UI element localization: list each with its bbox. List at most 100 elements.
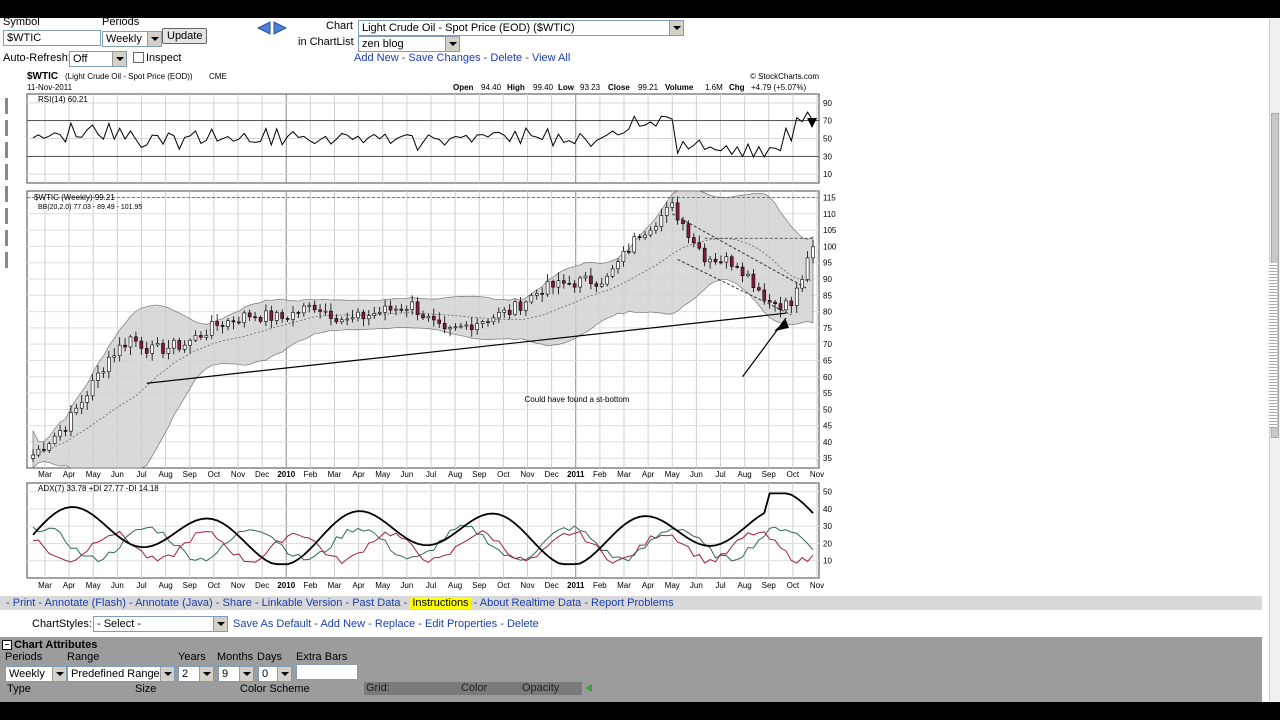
month-tick-label: Sep	[762, 581, 777, 590]
candlestick	[659, 215, 664, 227]
share-link[interactable]: Share	[223, 597, 252, 609]
month-tick-label: Feb	[593, 470, 607, 479]
candlestick	[144, 348, 149, 354]
candlestick	[556, 280, 561, 288]
annotate-flash-link[interactable]: Annotate (Flash)	[45, 597, 126, 609]
attr-years-select[interactable]: 2	[178, 666, 214, 682]
chevron-down-icon[interactable]	[199, 667, 213, 681]
chartstyles-select[interactable]: - Select -	[93, 616, 228, 632]
candlestick	[117, 344, 122, 357]
attr-range-select[interactable]: Predefined Range	[67, 666, 175, 682]
price-tick-label: 80	[823, 308, 832, 317]
month-tick-label: Jul	[426, 470, 436, 479]
month-tick-label: Jul	[136, 470, 146, 479]
chevron-down-icon[interactable]	[52, 667, 66, 681]
candlestick	[697, 242, 702, 249]
month-tick-label: Nov	[231, 470, 245, 479]
price-tick-label: 95	[823, 259, 832, 268]
candlestick	[583, 275, 588, 279]
candlestick	[740, 266, 745, 277]
candlestick	[269, 310, 274, 321]
quote-field: 94.40	[481, 83, 502, 92]
replace-link[interactable]: Replace	[375, 618, 415, 630]
adx-tick-label: 10	[823, 557, 832, 566]
attr-grid-label: Grid:	[366, 682, 390, 694]
save-as-default-link[interactable]: Save As Default	[233, 618, 311, 630]
play-icon[interactable]	[584, 683, 594, 693]
quote-field: Open	[453, 83, 474, 92]
realtime-data-link[interactable]: About Realtime Data	[480, 597, 582, 609]
candlestick	[47, 443, 52, 451]
attr-months-select[interactable]: 9	[218, 666, 254, 682]
month-tick-label: Sep	[183, 581, 198, 590]
delete-style-link[interactable]: Delete	[507, 618, 539, 630]
candlestick	[794, 287, 799, 306]
add-new-style-link[interactable]: Add New	[320, 618, 365, 630]
price-tick-label: 60	[823, 373, 832, 382]
candlestick	[247, 312, 252, 318]
month-tick-label: Nov	[231, 581, 245, 590]
chevron-down-icon[interactable]	[239, 667, 253, 681]
candlestick	[339, 319, 344, 323]
candlestick	[654, 226, 658, 231]
candlestick	[150, 344, 154, 354]
chevron-down-icon[interactable]	[213, 617, 227, 631]
month-tick-label: May	[375, 581, 390, 590]
candlestick	[724, 256, 729, 263]
attr-years-label: Years	[178, 651, 206, 663]
price-tick-label: 55	[823, 389, 832, 398]
candlestick	[670, 202, 674, 208]
quote-field: Volume	[665, 83, 694, 92]
chevron-down-icon[interactable]	[160, 667, 174, 681]
price-tick-label: 75	[823, 324, 832, 333]
chart-date: 11-Nov-2011	[27, 83, 73, 92]
attr-days-select[interactable]: 0	[258, 666, 292, 682]
chart-image[interactable]: Mar Mar Apr Apr May May Jun Jun Jul Jul Aug Aug Sep S…	[0, 18, 1262, 594]
month-tick-label: Jun	[690, 581, 703, 590]
adx-panel-title: ADX(7) 33.78 +DI 27.77 -DI 14.18	[38, 484, 159, 493]
chart-attributes-title[interactable]: − Chart Attributes	[2, 639, 97, 651]
candlestick	[367, 315, 371, 320]
candlestick	[134, 336, 138, 342]
candlestick	[90, 380, 95, 397]
quote-field: Close	[608, 83, 630, 92]
chart-name: (Light Crude Oil - Spot Price (EOD))	[65, 72, 193, 81]
candlestick	[204, 335, 209, 338]
linkable-version-link[interactable]: Linkable Version	[262, 597, 343, 609]
attr-periods-select[interactable]: Weekly	[5, 666, 67, 682]
month-tick-label: Dec	[545, 470, 559, 479]
past-data-link[interactable]: Past Data	[352, 597, 400, 609]
candlestick	[545, 280, 550, 295]
month-tick-label: Dec	[255, 581, 269, 590]
month-tick-label: Oct	[208, 470, 221, 479]
report-problems-link[interactable]: Report Problems	[591, 597, 674, 609]
collapse-icon[interactable]: −	[2, 640, 12, 651]
print-link[interactable]: Print	[13, 597, 36, 609]
attr-type-label: Type	[7, 683, 31, 695]
month-tick-label: Dec	[255, 470, 269, 479]
annotate-java-link[interactable]: Annotate (Java)	[135, 597, 213, 609]
candlestick	[459, 325, 463, 328]
chart-link-bar: - Print - Annotate (Flash) - Annotate (J…	[0, 596, 1262, 610]
month-tick-label: Apr	[642, 470, 655, 479]
candlestick	[507, 309, 512, 315]
candlestick	[594, 283, 599, 287]
instructions-link[interactable]: Instructions	[410, 597, 471, 609]
candlestick	[36, 448, 41, 456]
month-tick-label: May	[665, 470, 680, 479]
edit-properties-link[interactable]: Edit Properties	[425, 618, 497, 630]
candlestick	[475, 323, 479, 331]
price-tick-label: 100	[823, 242, 837, 251]
attr-colorscheme-label: Color Scheme	[240, 683, 310, 695]
candlestick	[681, 219, 685, 224]
candlestick	[318, 309, 322, 312]
candlestick	[31, 454, 35, 459]
extra-bars-input[interactable]	[296, 664, 358, 680]
candlestick	[562, 280, 566, 284]
candlestick	[399, 308, 404, 311]
candlestick	[166, 347, 171, 354]
candlestick	[63, 430, 68, 432]
chevron-down-icon[interactable]	[277, 667, 291, 681]
candlestick	[518, 301, 523, 311]
candlestick	[85, 395, 89, 403]
